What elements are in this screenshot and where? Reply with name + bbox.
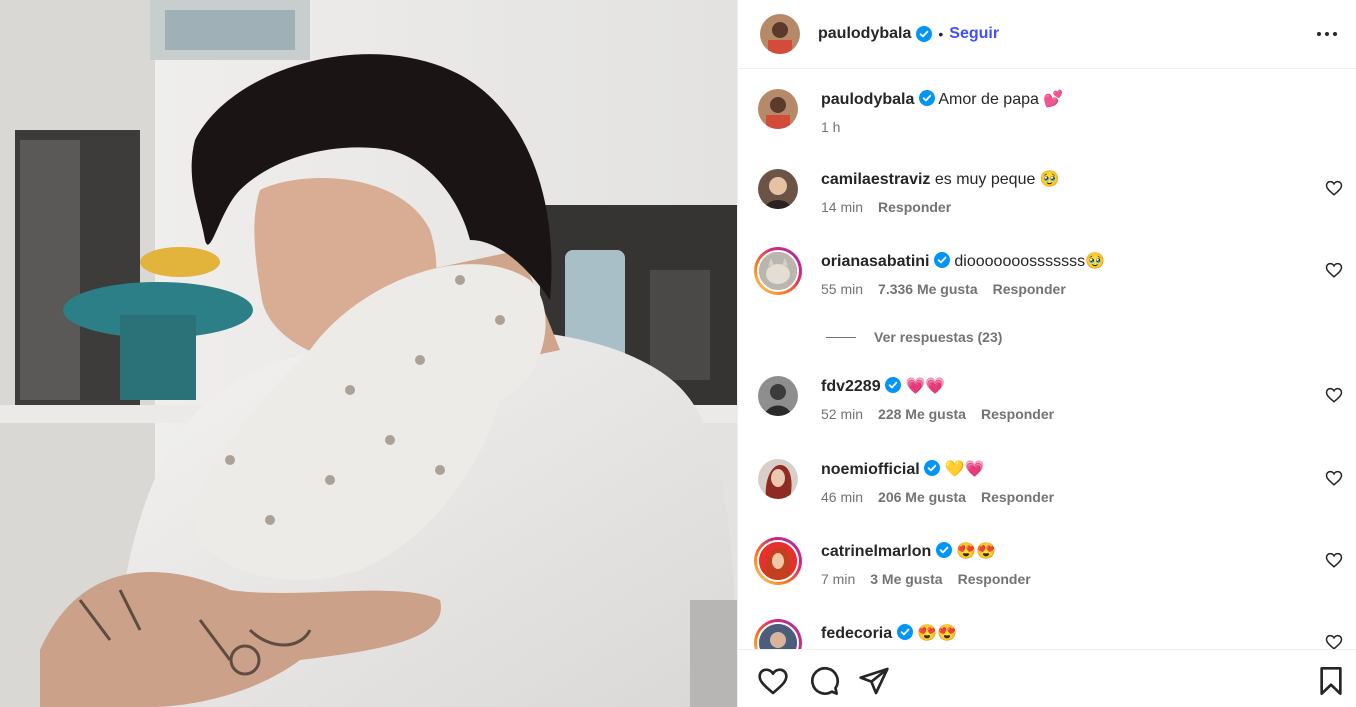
like-icon[interactable] xyxy=(1325,469,1343,487)
comment-text: es muy peque 🥹 xyxy=(934,171,1060,188)
post-modal: paulodybala • Seguir paulodybala Amor de… xyxy=(0,0,1356,707)
view-replies-line xyxy=(826,336,856,338)
verified-badge-icon xyxy=(924,460,941,476)
reply-button[interactable]: Responder xyxy=(958,571,1031,587)
verified-badge-icon xyxy=(918,90,935,106)
verified-badge-icon xyxy=(935,542,952,558)
commenter-avatar[interactable] xyxy=(758,169,798,209)
comment-row: orianasabatini diooooooosssssss🥹 55 min … xyxy=(754,247,1343,311)
view-replies-button[interactable]: Ver respuestas (23) xyxy=(826,329,1002,345)
commenter-username[interactable]: camilaestraviz xyxy=(821,171,930,188)
caption-body: paulodybala Amor de papa 💕 1 h xyxy=(821,89,1303,135)
caption-username[interactable]: paulodybala xyxy=(821,91,914,108)
caption-row: paulodybala Amor de papa 💕 1 h xyxy=(758,89,1343,149)
comment-time: 46 min xyxy=(821,489,864,505)
comment-time: 7 min xyxy=(821,571,856,587)
follow-button[interactable]: Seguir xyxy=(949,25,999,43)
like-icon[interactable] xyxy=(1325,179,1343,197)
commenter-username[interactable]: fedecoria xyxy=(821,625,892,642)
like-icon[interactable] xyxy=(1325,386,1343,404)
caption-time: 1 h xyxy=(821,119,841,135)
caption-text: Amor de papa 💕 xyxy=(938,91,1064,108)
reply-button[interactable]: Responder xyxy=(878,199,951,215)
comment-text: diooooooosssssss🥹 xyxy=(954,253,1106,270)
verified-badge-icon xyxy=(933,252,950,268)
verified-badge-icon xyxy=(885,377,902,393)
like-icon[interactable] xyxy=(1325,633,1343,649)
more-options-icon[interactable] xyxy=(1313,20,1341,48)
reply-button[interactable]: Responder xyxy=(981,406,1054,422)
verified-badge-icon xyxy=(896,624,913,640)
comment-text: 😍😍 xyxy=(956,543,997,560)
author-avatar[interactable] xyxy=(760,14,800,54)
commenter-username[interactable]: noemiofficial xyxy=(821,461,920,478)
reply-button[interactable]: Responder xyxy=(981,489,1054,505)
share-icon[interactable] xyxy=(858,665,890,697)
like-icon[interactable] xyxy=(757,665,789,697)
comment-likes[interactable]: 7.336 Me gusta xyxy=(878,281,978,297)
comment-likes[interactable]: 228 Me gusta xyxy=(878,406,966,422)
comment-row: fdv2289 💗💗 52 min 228 Me gusta Responder xyxy=(758,376,1343,436)
commenter-username[interactable]: orianasabatini xyxy=(821,253,929,270)
comment-row: catrinelmarlon 😍😍 7 min 3 Me gusta Respo… xyxy=(754,537,1343,601)
comment-time: 52 min xyxy=(821,406,864,422)
commenter-avatar[interactable] xyxy=(754,247,802,295)
comment-likes[interactable]: 3 Me gusta xyxy=(870,571,942,587)
author-username[interactable]: paulodybala xyxy=(818,25,911,43)
comment-row: camilaestraviz es muy peque 🥹 14 min Res… xyxy=(758,169,1343,229)
commenter-username[interactable]: fdv2289 xyxy=(821,378,881,395)
verified-badge-icon xyxy=(916,26,933,42)
comment-likes[interactable]: 206 Me gusta xyxy=(878,489,966,505)
author-avatar[interactable] xyxy=(758,89,798,129)
comment-text: 😍😍 xyxy=(917,625,957,642)
like-icon[interactable] xyxy=(1325,261,1343,279)
comment-icon[interactable] xyxy=(808,665,840,697)
comment-row: fedecoria 😍😍 xyxy=(754,619,1343,649)
like-icon[interactable] xyxy=(1325,551,1343,569)
view-replies-label: Ver respuestas (23) xyxy=(874,329,1003,345)
separator-dot: • xyxy=(938,26,944,42)
comment-text: 💛💗 xyxy=(944,461,985,478)
save-icon[interactable] xyxy=(1315,665,1347,697)
comment-row: noemiofficial 💛💗 46 min 206 Me gusta Res… xyxy=(758,459,1343,519)
post-photo[interactable] xyxy=(0,0,737,707)
post-header: paulodybala • Seguir xyxy=(738,0,1356,69)
commenter-username[interactable]: catrinelmarlon xyxy=(821,543,931,560)
comment-time: 55 min xyxy=(821,281,864,297)
comment-text: 💗💗 xyxy=(905,378,946,395)
commenter-avatar[interactable] xyxy=(758,459,798,499)
comment-time: 14 min xyxy=(821,199,864,215)
commenter-avatar[interactable] xyxy=(758,376,798,416)
commenter-avatar[interactable] xyxy=(754,619,802,649)
comments-panel: paulodybala • Seguir paulodybala Amor de… xyxy=(737,0,1356,707)
commenter-avatar[interactable] xyxy=(754,537,802,585)
photo-illustration xyxy=(0,0,737,707)
reply-button[interactable]: Responder xyxy=(993,281,1066,297)
comments-list: paulodybala Amor de papa 💕 1 h camilaest… xyxy=(738,70,1356,649)
action-bar xyxy=(738,649,1356,707)
